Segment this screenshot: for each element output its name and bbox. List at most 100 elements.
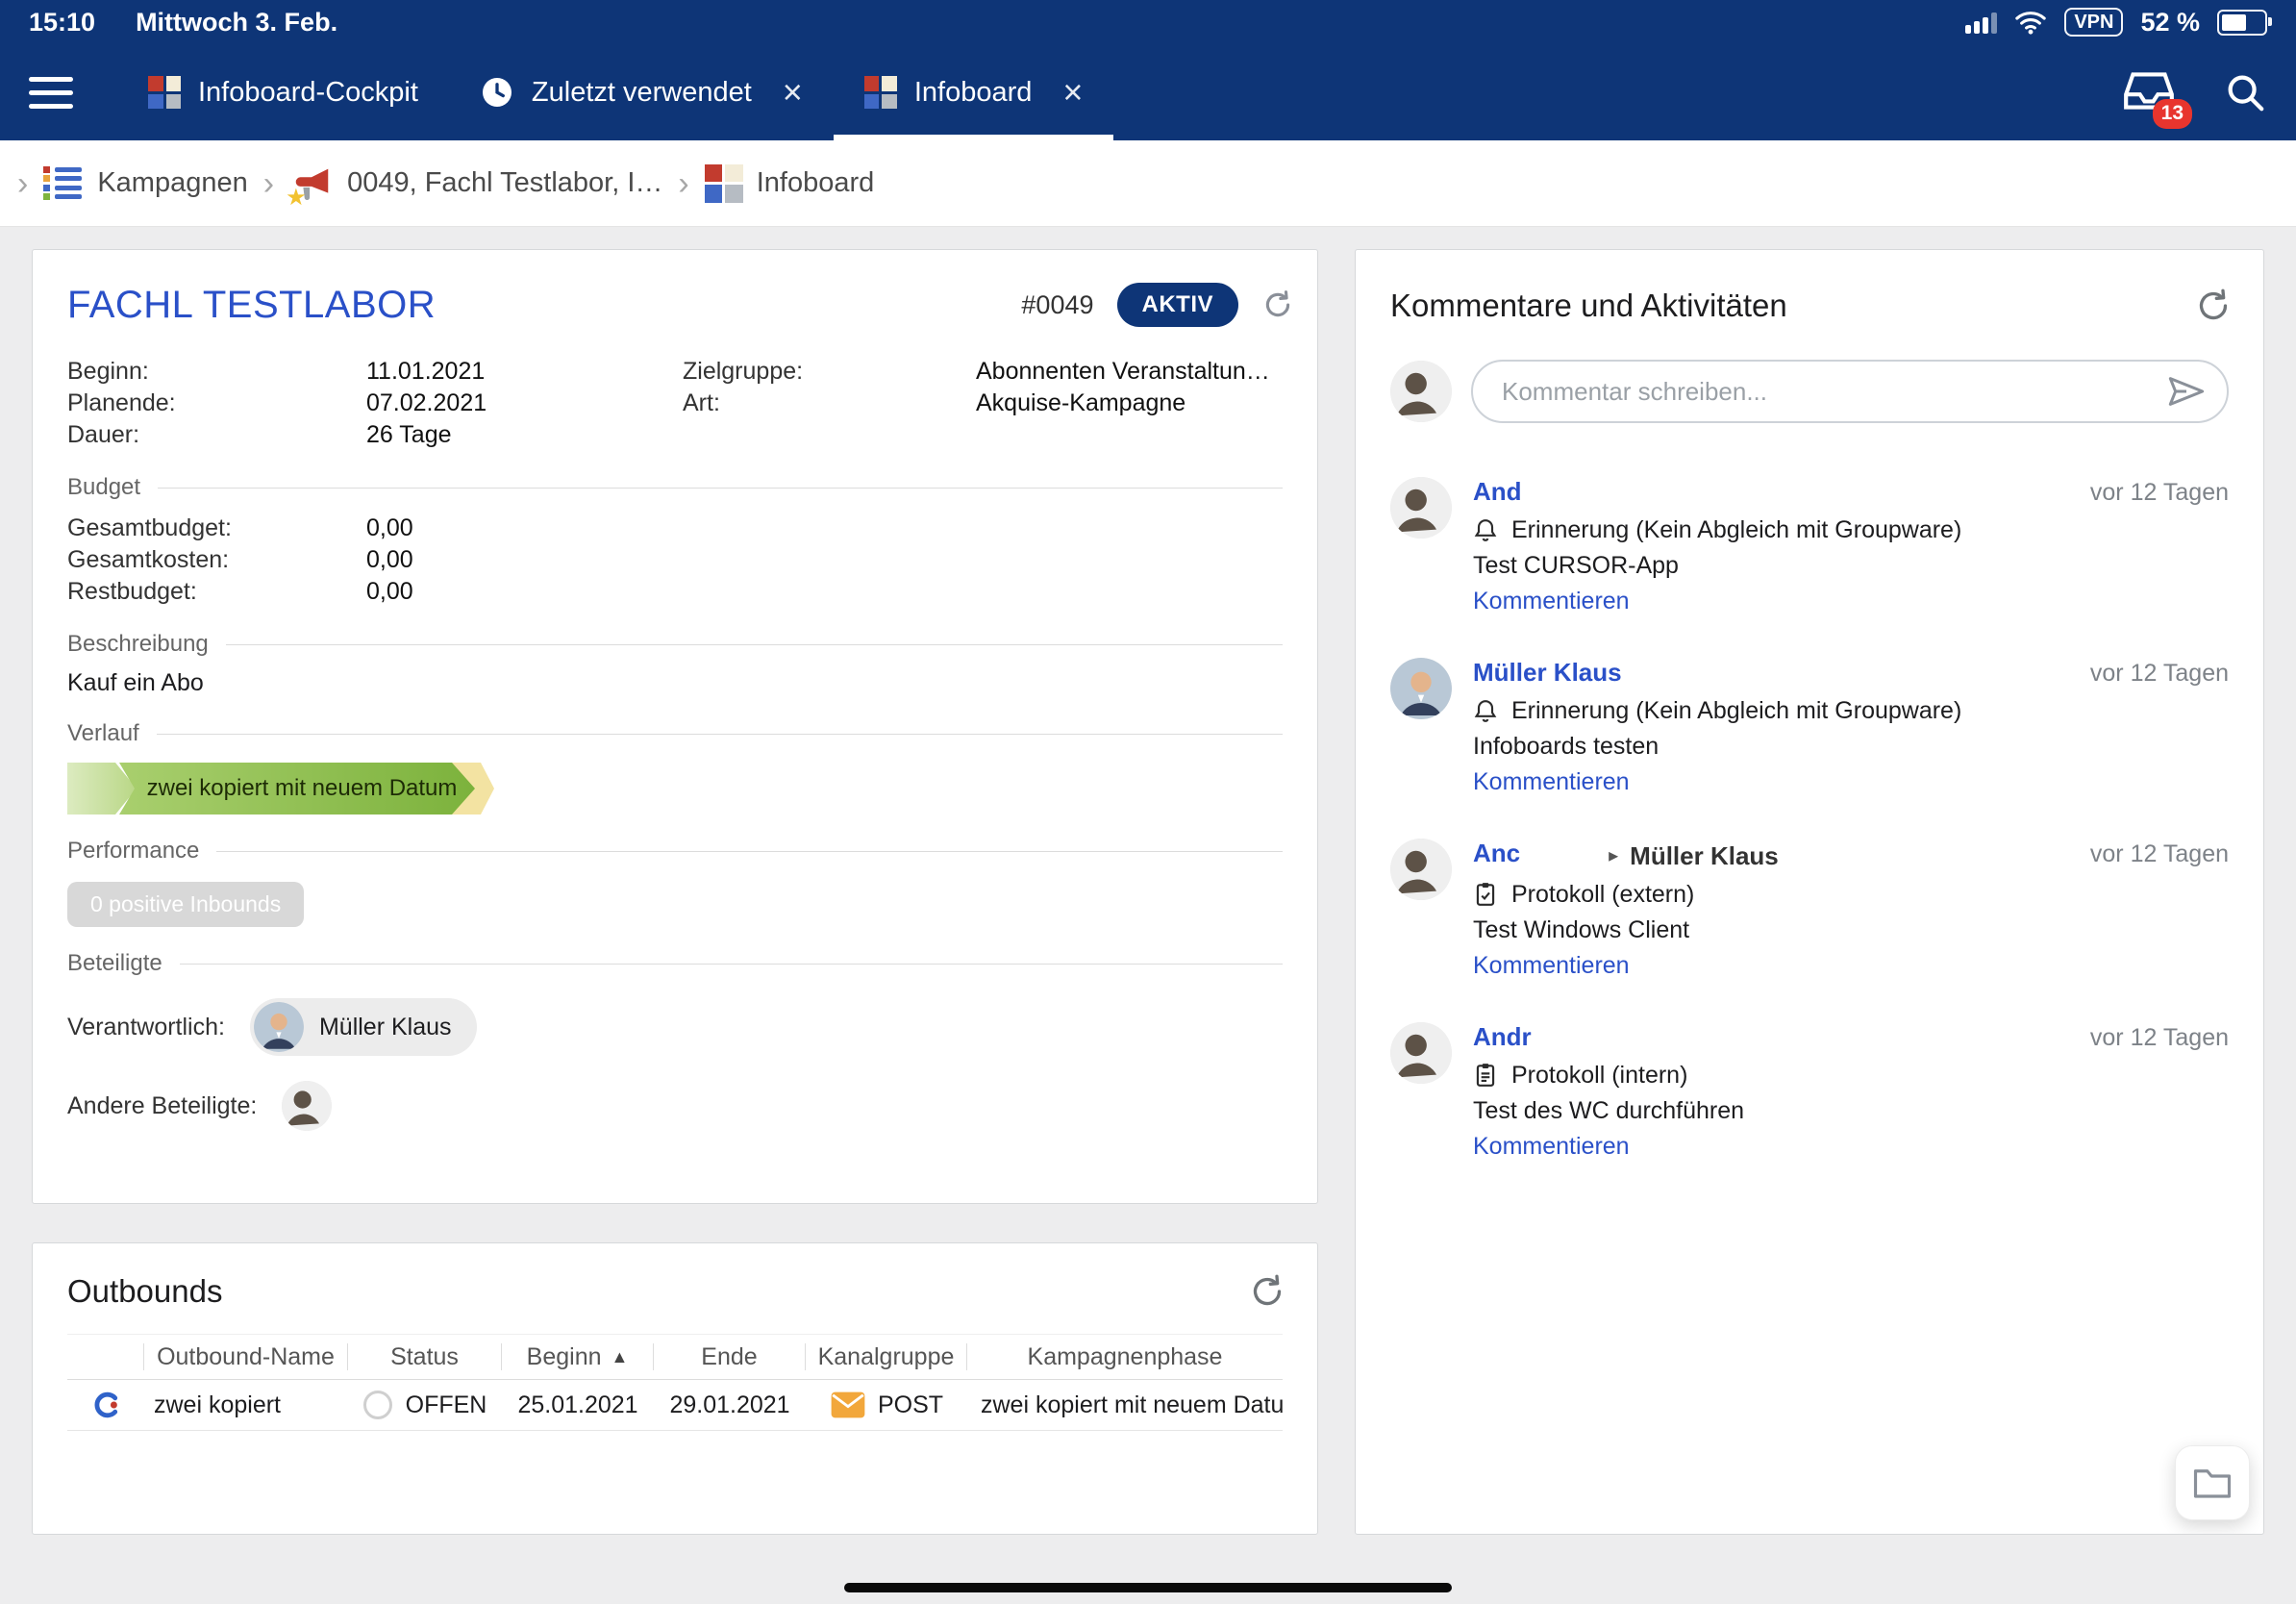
tab-zuletzt-verwendet[interactable]: Zuletzt verwendet × bbox=[449, 44, 834, 140]
cell-status: OFFEN bbox=[348, 1391, 502, 1419]
comment-author[interactable]: Müller Klaus bbox=[1473, 658, 1622, 688]
field-row: Planende: 07.02.2021 bbox=[67, 388, 683, 419]
clipboard-check-icon bbox=[1473, 881, 1498, 908]
comment-input[interactable] bbox=[1471, 360, 2229, 423]
breadcrumb-infoboard[interactable]: Infoboard bbox=[705, 164, 875, 203]
header-ende[interactable]: Ende bbox=[654, 1343, 806, 1370]
activity-text: Protokoll (extern) bbox=[1511, 881, 1694, 909]
send-icon[interactable] bbox=[2167, 375, 2206, 408]
avatar bbox=[1390, 477, 1452, 539]
comment-author-secondary[interactable]: Müller Klaus bbox=[1630, 841, 1779, 871]
section-description: Beschreibung bbox=[67, 631, 1283, 658]
campaign-phase-ribbon[interactable]: zwei kopiert mit neuem Datum bbox=[67, 763, 1283, 815]
comment-time: vor 12 Tagen bbox=[2090, 660, 2229, 688]
kommentieren-link[interactable]: Kommentieren bbox=[1473, 588, 1630, 615]
home-indicator[interactable] bbox=[844, 1583, 1452, 1592]
search-icon[interactable] bbox=[2223, 70, 2267, 114]
field-label: Planende: bbox=[67, 389, 366, 417]
folder-button[interactable] bbox=[2175, 1445, 2250, 1520]
breadcrumb-kampagnen[interactable]: Kampagnen bbox=[43, 163, 247, 204]
hamburger-menu-icon[interactable] bbox=[29, 77, 73, 109]
cell-beginn: 25.01.2021 bbox=[502, 1391, 654, 1419]
avatar[interactable] bbox=[282, 1081, 332, 1131]
inbox-tray-icon[interactable]: 13 bbox=[2121, 68, 2177, 117]
refresh-icon[interactable] bbox=[1248, 1272, 1286, 1311]
budget-row: Gesamtbudget: 0,00 bbox=[67, 513, 1283, 544]
envelope-icon bbox=[830, 1391, 866, 1419]
header-outbound-name[interactable]: Outbound-Name bbox=[144, 1343, 348, 1370]
bell-icon bbox=[1473, 517, 1498, 544]
comment-author[interactable]: And bbox=[1473, 477, 1522, 507]
vpn-badge: VPN bbox=[2064, 8, 2123, 37]
kommentieren-link[interactable]: Kommentieren bbox=[1473, 952, 1630, 980]
wifi-icon bbox=[2014, 10, 2047, 35]
responsible-contact-chip[interactable]: Müller Klaus bbox=[250, 998, 477, 1056]
refresh-icon[interactable] bbox=[2194, 287, 2233, 325]
avatar bbox=[1390, 658, 1452, 719]
tab-infoboard-cockpit[interactable]: Infoboard-Cockpit bbox=[117, 44, 449, 140]
comment-item: Anc ▸ Müller Klaus vor 12 Tagen Protokol… bbox=[1390, 839, 2229, 980]
header-beginn[interactable]: Beginn▲ bbox=[502, 1343, 654, 1370]
comment-author[interactable]: Andr bbox=[1473, 1022, 1532, 1052]
field-row: Art: Akquise-Kampagne bbox=[683, 388, 1283, 419]
budget-row: Gesamtkosten: 0,00 bbox=[67, 544, 1283, 576]
chevron-right-icon[interactable]: › bbox=[17, 167, 28, 200]
field-row: Dauer: 26 Tage bbox=[67, 419, 683, 451]
chevron-right-icon: › bbox=[678, 167, 688, 200]
outbounds-card: Outbounds Outbound-Name Status Beginn▲ E… bbox=[32, 1242, 1318, 1535]
comments-title: Kommentare und Aktivitäten bbox=[1390, 288, 1787, 324]
table-row[interactable]: zwei kopiert OFFEN 25.01.2021 29.01.2021… bbox=[67, 1380, 1283, 1431]
infoboard-grid-icon bbox=[705, 164, 743, 203]
delegation: ▸ Müller Klaus bbox=[1609, 841, 1779, 871]
megaphone-icon: ★ bbox=[289, 162, 334, 206]
tab-infoboard[interactable]: Infoboard × bbox=[834, 44, 1114, 140]
field-row: Zielgruppe: Abonnenten Veranstaltung… bbox=[683, 356, 1283, 388]
section-title: Performance bbox=[67, 838, 199, 865]
folder-icon bbox=[2192, 1466, 2233, 1500]
budget-label: Restbudget: bbox=[67, 578, 366, 606]
field-value: Akquise-Kampagne bbox=[976, 389, 1185, 417]
header-status[interactable]: Status bbox=[348, 1343, 502, 1370]
close-icon[interactable]: × bbox=[1062, 75, 1083, 110]
tab-bar: Infoboard-Cockpit Zuletzt verwendet × In… bbox=[117, 44, 1113, 140]
avatar bbox=[254, 1002, 304, 1052]
budget-value: 0,00 bbox=[366, 546, 413, 574]
others-label: Andere Beteiligte: bbox=[67, 1092, 257, 1120]
breadcrumb-label: 0049, Fachl Testlabor, I… bbox=[347, 167, 662, 199]
comment-time: vor 12 Tagen bbox=[2090, 840, 2229, 868]
section-title: Beteiligte bbox=[67, 950, 162, 977]
chevron-right-icon: › bbox=[263, 167, 274, 200]
header-icon-column bbox=[67, 1343, 144, 1370]
kommentieren-link[interactable]: Kommentieren bbox=[1473, 1133, 1630, 1161]
comment-body: Infoboards testen bbox=[1473, 733, 2229, 761]
comment-author[interactable]: Anc bbox=[1473, 839, 1520, 868]
activity-text: Erinnerung (Kein Abgleich mit Groupware) bbox=[1511, 516, 1961, 544]
phase-segment-current[interactable]: zwei kopiert mit neuem Datum bbox=[119, 763, 475, 815]
field-label: Art: bbox=[683, 389, 976, 417]
status-badge: AKTIV bbox=[1117, 283, 1239, 327]
section-verlauf: Verlauf bbox=[67, 720, 1283, 747]
kommentieren-link[interactable]: Kommentieren bbox=[1473, 768, 1630, 796]
infoboard-grid-icon bbox=[864, 76, 897, 109]
close-icon[interactable]: × bbox=[783, 75, 803, 110]
field-label: Dauer: bbox=[67, 421, 366, 449]
comment-body: Test CURSOR-App bbox=[1473, 552, 2229, 580]
avatar bbox=[1390, 839, 1452, 900]
outbound-type-icon bbox=[67, 1388, 144, 1422]
cellular-icon bbox=[1965, 11, 1997, 34]
breadcrumb-campaign[interactable]: ★ 0049, Fachl Testlabor, I… bbox=[289, 162, 662, 206]
battery-icon bbox=[2217, 10, 2267, 36]
activity-text: Erinnerung (Kein Abgleich mit Groupware) bbox=[1511, 697, 1961, 725]
tab-label: Infoboard bbox=[914, 77, 1033, 109]
section-beteiligte: Beteiligte bbox=[67, 950, 1283, 977]
section-title: Verlauf bbox=[67, 720, 139, 747]
tab-label: Infoboard-Cockpit bbox=[198, 77, 418, 109]
sync-icon[interactable] bbox=[1261, 288, 1294, 321]
field-value: Abonnenten Veranstaltung… bbox=[976, 358, 1283, 386]
table-header: Outbound-Name Status Beginn▲ Ende Kanalg… bbox=[67, 1334, 1283, 1380]
clock-icon bbox=[480, 75, 514, 110]
breadcrumb: › Kampagnen › ★ 0049, Fachl Testlabor, I… bbox=[0, 140, 2296, 227]
header-kanalgruppe[interactable]: Kanalgruppe bbox=[806, 1343, 967, 1370]
header-kampagnenphase[interactable]: Kampagnenphase bbox=[967, 1343, 1283, 1370]
responsible-name: Müller Klaus bbox=[319, 1014, 452, 1041]
